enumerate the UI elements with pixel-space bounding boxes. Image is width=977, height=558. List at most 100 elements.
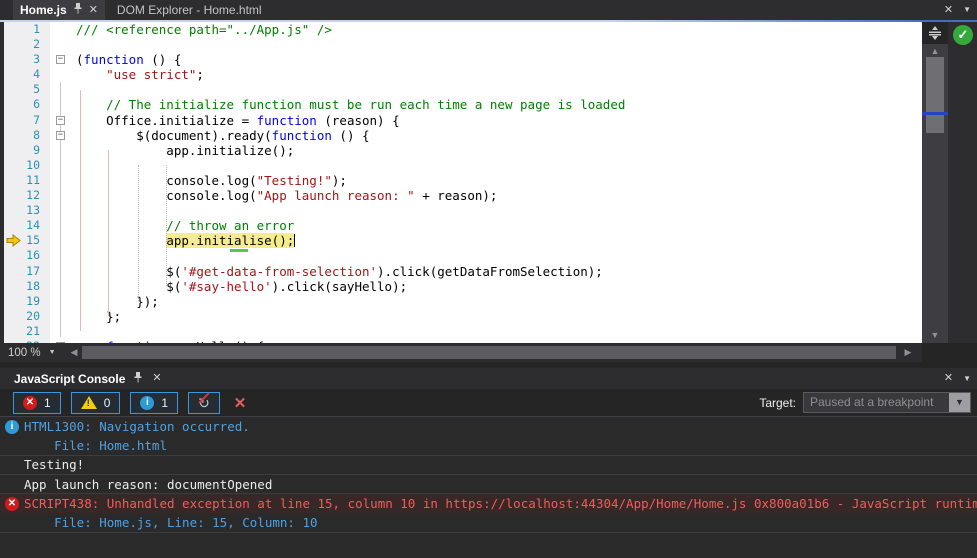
- horizontal-scrollbar[interactable]: 100 % ▼ ◀ ▶: [0, 343, 977, 362]
- console-message-line[interactable]: File: Home.html: [0, 436, 977, 456]
- error-icon: ✕: [23, 395, 37, 410]
- console-message-line[interactable]: File: Home.js, Line: 15, Column: 10: [0, 513, 977, 533]
- info-count: 1: [161, 395, 169, 410]
- fold-toggle-icon[interactable]: −: [56, 55, 65, 65]
- line-number: 5: [33, 82, 40, 97]
- code-line: "use strict";: [106, 67, 204, 83]
- scroll-down-icon[interactable]: ▼: [922, 329, 948, 341]
- console-toolbar: ✕ 1 0 i 1 ↻ ✕ Target: Paused at a breakp…: [0, 389, 977, 417]
- warning-icon: [80, 396, 97, 409]
- fold-toggle-icon[interactable]: −: [56, 115, 65, 125]
- code-line: console.log("Testing!");: [76, 172, 347, 188]
- line-number: 14: [26, 218, 40, 233]
- console-title-bar[interactable]: JavaScript Console ✕ ✕ ▼: [0, 368, 977, 389]
- console-message-line: App launch reason: documentOpened: [0, 475, 977, 495]
- console-output[interactable]: i HTML1300: Navigation occurred. File: Ho…: [0, 417, 977, 558]
- vertical-scroll-thumb[interactable]: [926, 57, 944, 133]
- line-number: 18: [26, 278, 40, 293]
- code-line: $('#get-data-from-selection').click(getD…: [76, 263, 603, 279]
- line-number: 7: [33, 112, 40, 127]
- pin-icon[interactable]: [73, 3, 83, 17]
- line-number: 2: [33, 37, 40, 52]
- line-number: 17: [26, 263, 40, 278]
- console-message-text: Testing!: [24, 457, 85, 473]
- line-number: 3: [33, 52, 40, 67]
- line-number: 10: [26, 157, 40, 172]
- code-line: };: [76, 308, 122, 324]
- document-well-menu-icon[interactable]: ▼: [963, 6, 971, 14]
- line-number: 6: [33, 97, 40, 112]
- warning-count: 0: [103, 395, 111, 410]
- code-line: });: [76, 293, 159, 309]
- clear-on-navigate-button[interactable]: ↻: [188, 391, 220, 414]
- console-pin-icon[interactable]: [133, 371, 143, 386]
- text-caret: [294, 234, 296, 248]
- filter-errors-button[interactable]: ✕ 1: [13, 391, 61, 414]
- code-line: $('#say-hello').click(sayHello);: [76, 278, 408, 294]
- info-icon: i: [5, 419, 19, 434]
- structure-guide: [80, 90, 81, 331]
- error-icon: ✕: [5, 496, 19, 511]
- error-count: 1: [44, 395, 51, 410]
- fold-toggle-icon[interactable]: −: [56, 130, 65, 140]
- vertical-scrollbar[interactable]: ▲ ▼: [922, 22, 948, 343]
- console-message-text: File: Home.js, Line: 15, Column: 10: [24, 515, 318, 531]
- scroll-up-icon[interactable]: ▲: [922, 45, 948, 57]
- line-number: 1: [33, 22, 40, 36]
- target-select: Paused at a breakpoint ▼: [803, 392, 971, 413]
- line-number: 13: [26, 203, 40, 218]
- scroll-right-icon[interactable]: ▶: [902, 346, 914, 359]
- code-editor[interactable]: 12345678910111213141516171819202122 −−−−…: [0, 22, 977, 343]
- structure-guide: [108, 150, 109, 316]
- line-number: 8: [33, 127, 40, 142]
- console-message-line: ✕ SCRIPT438: Unhandled exception at line …: [0, 494, 977, 514]
- tab-home-js-label: Home.js: [20, 3, 67, 17]
- fold-column[interactable]: −−−−: [50, 22, 76, 343]
- target-label: Target:: [759, 395, 796, 410]
- scroll-left-icon[interactable]: ◀: [68, 346, 80, 359]
- code-lines[interactable]: /// <reference path="../App.js" /> (funct…: [76, 22, 922, 343]
- indent-guide: [166, 165, 167, 286]
- clear-console-icon[interactable]: ✕: [234, 394, 247, 412]
- line-number: 11: [26, 172, 40, 187]
- tab-dom-explorer-label: DOM Explorer - Home.html: [116, 3, 262, 17]
- target-dropdown-icon: ▼: [949, 393, 970, 412]
- edit-marker: [230, 249, 248, 252]
- filter-info-button[interactable]: i 1: [130, 391, 179, 414]
- horizontal-scroll-thumb[interactable]: [82, 346, 896, 359]
- scrollbar-corner: [922, 343, 977, 362]
- close-document-well-icon[interactable]: ✕: [944, 4, 953, 16]
- editor-split-handle[interactable]: [922, 22, 948, 44]
- status-check-icon[interactable]: ✓: [953, 25, 973, 45]
- editor-right-strip: ✓: [948, 22, 977, 343]
- console-message-text: SCRIPT438: Unhandled exception at line 1…: [24, 496, 977, 512]
- document-tab-bar: Home.js ✕ DOM Explorer - Home.html ✕ ▼: [0, 0, 977, 20]
- vs-debugger-window: Home.js ✕ DOM Explorer - Home.html ✕ ▼ 1…: [0, 0, 977, 558]
- breakpoint-margin[interactable]: 12345678910111213141516171819202122: [4, 22, 50, 343]
- console-message-line[interactable]: i HTML1300: Navigation occurred.: [0, 417, 977, 436]
- tab-dom-explorer[interactable]: DOM Explorer - Home.html: [105, 0, 274, 20]
- console-close-icon[interactable]: ✕: [152, 373, 161, 384]
- line-number: 20: [26, 308, 40, 323]
- target-select-value: Paused at a breakpoint: [810, 395, 934, 409]
- line-number: 4: [33, 67, 40, 82]
- close-tab-icon[interactable]: ✕: [89, 4, 98, 16]
- console-well-close-icon[interactable]: ✕: [944, 373, 953, 384]
- editor-zoom-control[interactable]: 100 % ▼: [2, 343, 62, 362]
- console-message-text: File: Home.html: [24, 437, 167, 453]
- refresh-disabled-icon: ↻: [198, 391, 210, 410]
- code-line: console.log("App launch reason: " + reas…: [76, 188, 498, 204]
- console-well-menu-icon[interactable]: ▼: [963, 374, 971, 383]
- tab-home-js[interactable]: Home.js ✕: [13, 0, 105, 20]
- execution-pointer-icon[interactable]: [6, 234, 21, 248]
- filter-warnings-button[interactable]: 0: [70, 391, 121, 414]
- console-message-text: App launch reason: documentOpened: [24, 476, 273, 492]
- zoom-dropdown-icon[interactable]: ▼: [49, 349, 56, 356]
- code-line: (function () {: [76, 52, 182, 68]
- line-number: 9: [33, 142, 40, 157]
- line-number: 19: [26, 293, 40, 308]
